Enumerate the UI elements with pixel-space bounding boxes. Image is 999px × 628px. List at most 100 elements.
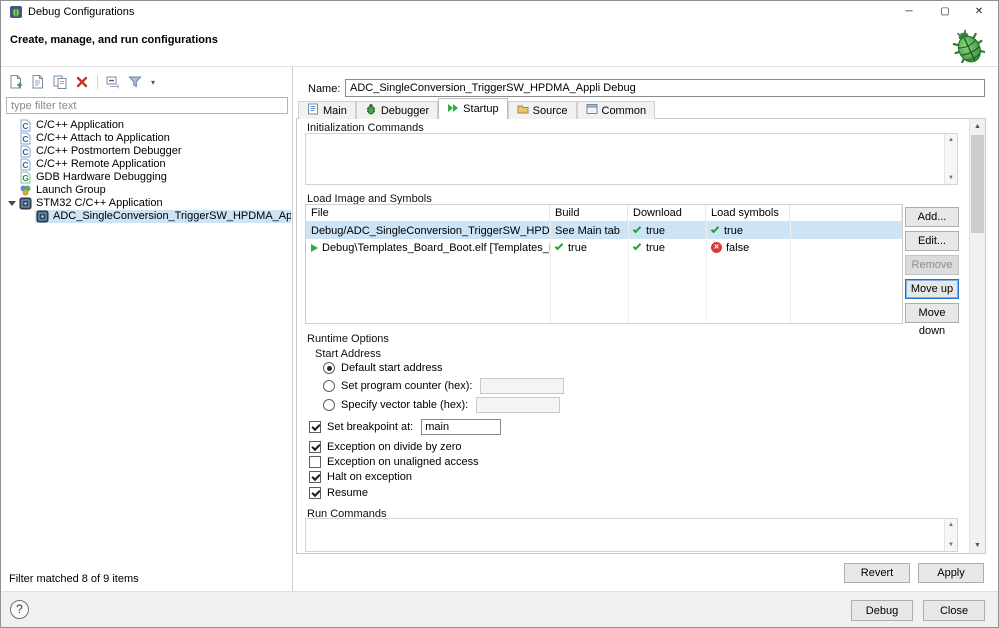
delete-icon[interactable] — [73, 73, 91, 91]
add-button[interactable]: Add... — [905, 207, 959, 227]
content-scrollbar[interactable]: ▲ ▼ — [969, 119, 985, 553]
tree-item-gdb-hardware[interactable]: G GDB Hardware Debugging — [1, 171, 291, 184]
maximize-button[interactable]: ▢ — [928, 1, 962, 23]
scroll-down-icon[interactable]: ▼ — [970, 538, 985, 553]
load-image-table-header: File Build Download Load symbols — [306, 205, 902, 222]
column-header-load-symbols[interactable]: Load symbols — [706, 205, 790, 221]
init-commands-textarea[interactable]: ▲ ▼ — [305, 133, 958, 185]
filter-menu-chevron-icon[interactable]: ▾ — [148, 78, 158, 87]
tree-item-stm32-application[interactable]: STM32 C/C++ Application — [1, 197, 291, 210]
runtime-options-label: Runtime Options — [307, 333, 389, 345]
debug-button[interactable]: Debug — [851, 600, 913, 621]
name-label: Name: — [308, 83, 341, 95]
dialog-header: Create, manage, and run configurations — [1, 23, 998, 67]
common-tab-icon — [586, 103, 598, 118]
selected-tree-row: ADC_SingleConversion_TriggerSW_HPDMA_App… — [35, 210, 291, 223]
vector-table-field — [476, 397, 561, 413]
tab-source[interactable]: Source — [507, 101, 577, 119]
new-configuration-icon[interactable] — [7, 73, 25, 91]
scroll-up-icon[interactable]: ▲ — [970, 119, 985, 134]
window-title: Debug Configurations — [28, 6, 135, 18]
scroll-down-icon[interactable]: ▼ — [945, 172, 957, 184]
checkbox-row-breakpoint: Set breakpoint at: — [309, 419, 502, 435]
apply-button[interactable]: Apply — [918, 563, 984, 583]
tree-item-cpp-postmortem[interactable]: C C/C++ Postmortem Debugger — [1, 145, 291, 158]
halt-on-exception-checkbox[interactable] — [309, 471, 321, 483]
column-header-download[interactable]: Download — [628, 205, 706, 221]
play-icon — [311, 243, 318, 252]
tree-item-cpp-application[interactable]: C C/C++ Application — [1, 119, 291, 132]
debug-configurations-dialog: Debug Configurations ─ ▢ ✕ Create, manag… — [0, 0, 999, 628]
duplicate-icon[interactable] — [51, 73, 69, 91]
scrollbar-thumb[interactable] — [971, 135, 984, 233]
checkbox-row-unaligned: Exception on unaligned access — [309, 456, 479, 468]
check-icon — [710, 224, 720, 234]
checkbox-row-halt: Halt on exception — [309, 471, 412, 483]
scroll-up-icon[interactable]: ▲ — [945, 519, 957, 531]
vector-table-radio[interactable] — [323, 399, 335, 411]
main-tab-icon — [307, 103, 319, 118]
name-input[interactable] — [345, 79, 985, 97]
set-breakpoint-checkbox[interactable] — [309, 421, 321, 433]
dialog-header-title: Create, manage, and run configurations — [10, 34, 218, 46]
table-row-appli-elf[interactable]: Debug/ADC_SingleConversion_TriggerSW_HPD… — [306, 222, 902, 239]
breakpoint-input[interactable] — [421, 419, 502, 435]
svg-text:C: C — [22, 160, 28, 170]
init-commands-scrollbar[interactable]: ▲ ▼ — [944, 134, 957, 184]
config-tabs: Main Debugger Startup Source Common — [298, 98, 656, 120]
program-counter-radio[interactable] — [323, 380, 335, 392]
move-down-button[interactable]: Move down — [905, 303, 959, 337]
column-header-file[interactable]: File — [306, 205, 550, 221]
help-button[interactable]: ? — [10, 600, 29, 619]
stm32-config-icon — [19, 197, 32, 210]
svg-text:G: G — [22, 173, 29, 183]
tree-item-cpp-remote[interactable]: C C/C++ Remote Application — [1, 158, 291, 171]
radio-row-vector-table: Specify vector table (hex): — [323, 397, 561, 413]
tree-item-launch-group[interactable]: Launch Group — [1, 184, 291, 197]
c-application-icon: C — [19, 132, 32, 145]
unaligned-access-checkbox[interactable] — [309, 456, 321, 468]
tree-item-cpp-attach[interactable]: C C/C++ Attach to Application — [1, 132, 291, 145]
check-icon — [632, 241, 642, 251]
checkbox-row-resume: Resume — [309, 487, 368, 499]
c-application-icon: C — [19, 158, 32, 171]
new-prototype-icon[interactable] — [29, 73, 47, 91]
configurations-toolbar: ▾ — [7, 72, 158, 92]
close-button[interactable]: Close — [923, 600, 985, 621]
minimize-button[interactable]: ─ — [892, 1, 926, 23]
revert-button[interactable]: Revert — [844, 563, 910, 583]
filter-status-text: Filter matched 8 of 9 items — [9, 573, 139, 585]
collapse-all-icon[interactable] — [104, 73, 122, 91]
svg-text:C: C — [22, 134, 28, 144]
filter-icon[interactable] — [126, 73, 144, 91]
run-commands-scrollbar[interactable]: ▲ ▼ — [944, 519, 957, 551]
tab-common[interactable]: Common — [576, 101, 656, 119]
configuration-tree: C C/C++ Application C C/C++ Attach to Ap… — [1, 119, 291, 567]
tab-startup[interactable]: Startup — [438, 98, 508, 120]
tab-main[interactable]: Main — [298, 101, 356, 119]
tree-item-adc-debug-config[interactable]: ADC_SingleConversion_TriggerSW_HPDMA_App… — [1, 210, 291, 223]
default-start-radio[interactable] — [323, 362, 335, 374]
filter-input[interactable] — [6, 97, 288, 114]
gdb-debugging-icon: G — [19, 171, 32, 184]
dialog-body: ▾ C C/C++ Application C C/C++ Attach to … — [1, 67, 998, 591]
stm32-config-icon — [36, 210, 49, 223]
edit-button[interactable]: Edit... — [905, 231, 959, 251]
close-window-button[interactable]: ✕ — [962, 1, 996, 23]
c-application-icon: C — [19, 145, 32, 158]
scroll-down-icon[interactable]: ▼ — [945, 539, 957, 551]
remove-button: Remove — [905, 255, 959, 275]
column-header-build[interactable]: Build — [550, 205, 628, 221]
svg-text:C: C — [22, 147, 28, 157]
titlebar: Debug Configurations ─ ▢ ✕ — [1, 1, 998, 23]
run-commands-textarea[interactable]: ▲ ▼ — [305, 518, 958, 552]
load-image-table: File Build Download Load symbols Debug/A… — [305, 204, 903, 324]
divide-zero-checkbox[interactable] — [309, 441, 321, 453]
resume-checkbox[interactable] — [309, 487, 321, 499]
tab-debugger[interactable]: Debugger — [355, 101, 439, 119]
table-row-boot-elf[interactable]: Debug\Templates_Board_Boot.elf [Template… — [306, 239, 902, 256]
scroll-up-icon[interactable]: ▲ — [945, 134, 957, 146]
svg-text:C: C — [22, 121, 28, 131]
move-up-button[interactable]: Move up — [905, 279, 959, 299]
expand-arrow-icon[interactable] — [8, 201, 16, 206]
